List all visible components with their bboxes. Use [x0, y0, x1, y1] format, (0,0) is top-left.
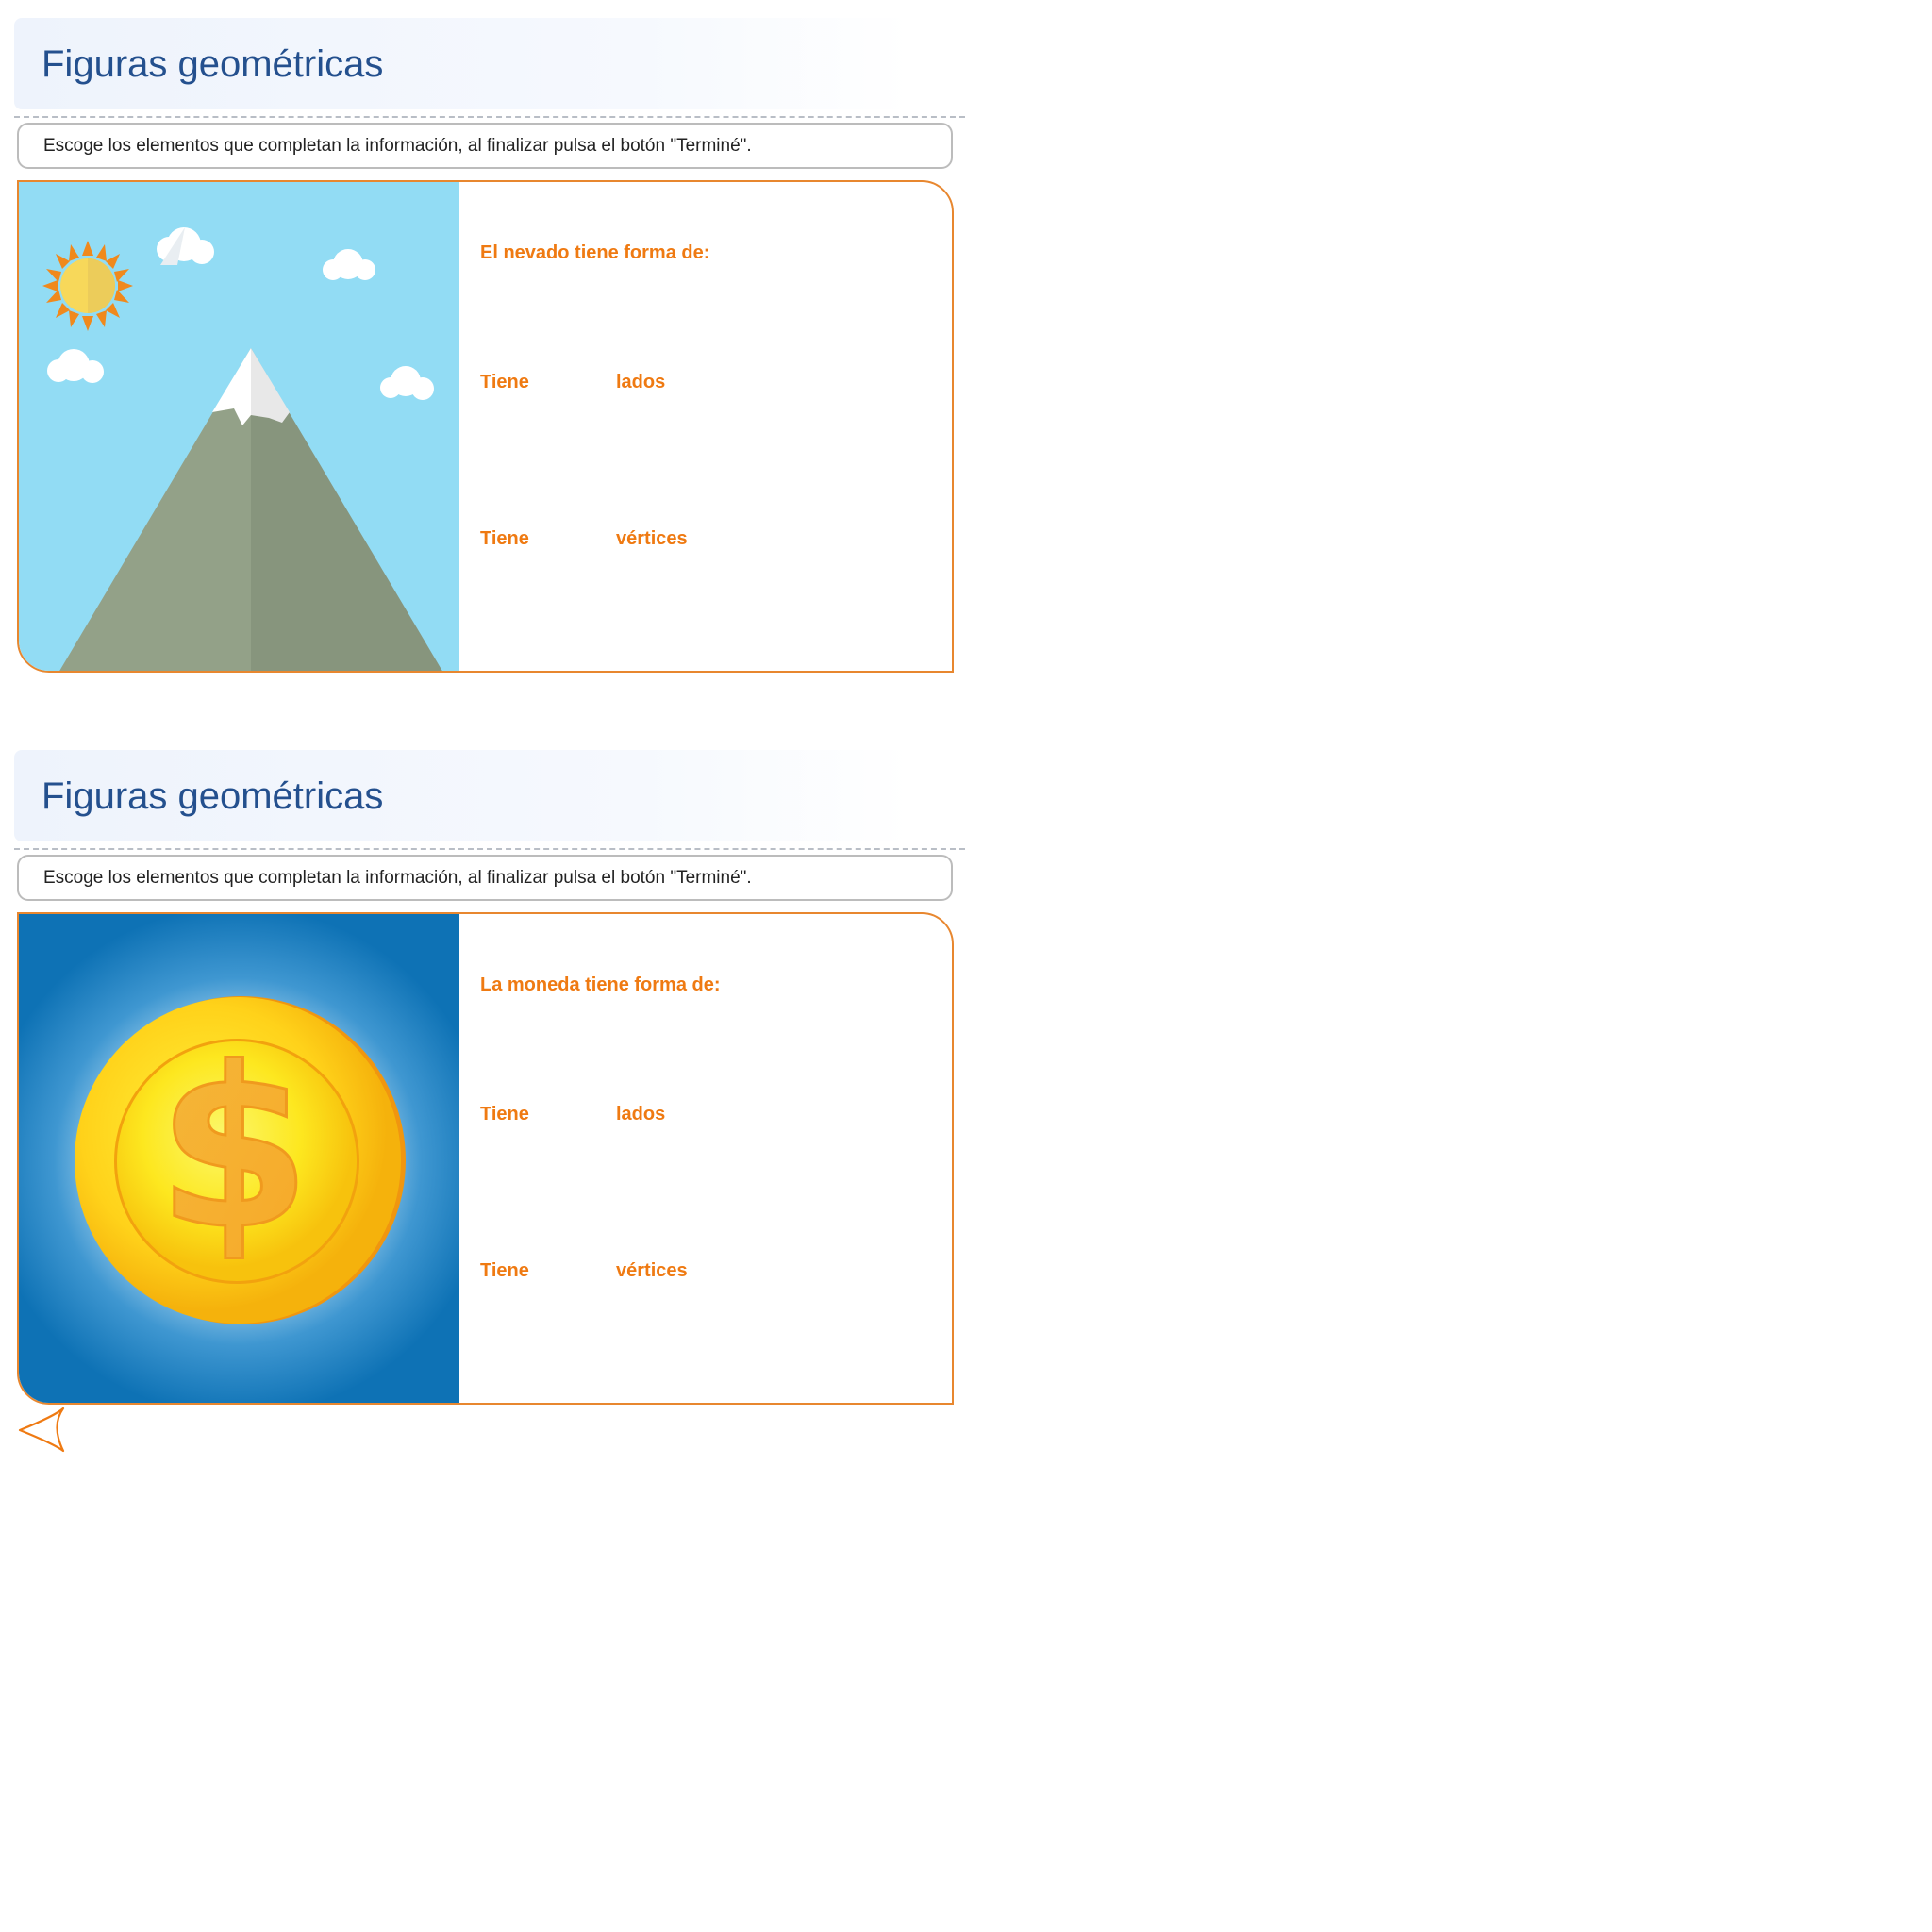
vertices-suffix: vértices	[616, 1260, 688, 1281]
mountain-image	[19, 182, 459, 671]
vertices-prefix: Tiene	[480, 528, 529, 549]
vertices-prefix: Tiene	[480, 1260, 529, 1281]
sides-prefix: Tiene	[480, 1104, 529, 1124]
divider	[14, 116, 965, 118]
sun-icon	[42, 241, 133, 331]
activity-2: Figuras geométricas Escoge los elementos…	[0, 732, 966, 1449]
question-label: La moneda tiene forma de:	[480, 974, 721, 995]
gold-coin-illustration: $	[19, 914, 459, 1403]
sides-suffix: lados	[616, 1104, 666, 1124]
vertices-suffix: vértices	[616, 528, 688, 549]
back-button[interactable]	[17, 1407, 66, 1454]
activity-1: Figuras geométricas Escoge los elementos…	[0, 0, 966, 717]
instruction-box: Escoge los elementos que completan la in…	[17, 855, 953, 901]
instruction-box: Escoge los elementos que completan la in…	[17, 123, 953, 169]
activity-card: El nevado tiene forma de: Tiene lados Ti…	[17, 180, 954, 673]
question-label: El nevado tiene forma de:	[480, 242, 710, 263]
page-title: Figuras geométricas	[42, 775, 384, 817]
page-title: Figuras geométricas	[42, 43, 384, 85]
svg-text:$: $	[157, 1021, 311, 1278]
coin-image: $	[19, 914, 459, 1403]
sides-prefix: Tiene	[480, 372, 529, 392]
activity-card: $ La moneda tiene forma de: Tiene lados …	[17, 912, 954, 1405]
divider	[14, 848, 965, 850]
snowy-mountain-illustration	[19, 182, 459, 671]
instruction-text: Escoge los elementos que completan la in…	[43, 868, 752, 888]
title-bar: Figuras geométricas	[14, 750, 910, 841]
instruction-text: Escoge los elementos que completan la in…	[43, 136, 752, 156]
back-arrow-icon	[18, 1407, 65, 1453]
title-bar: Figuras geométricas	[14, 18, 910, 109]
sides-suffix: lados	[616, 372, 666, 392]
